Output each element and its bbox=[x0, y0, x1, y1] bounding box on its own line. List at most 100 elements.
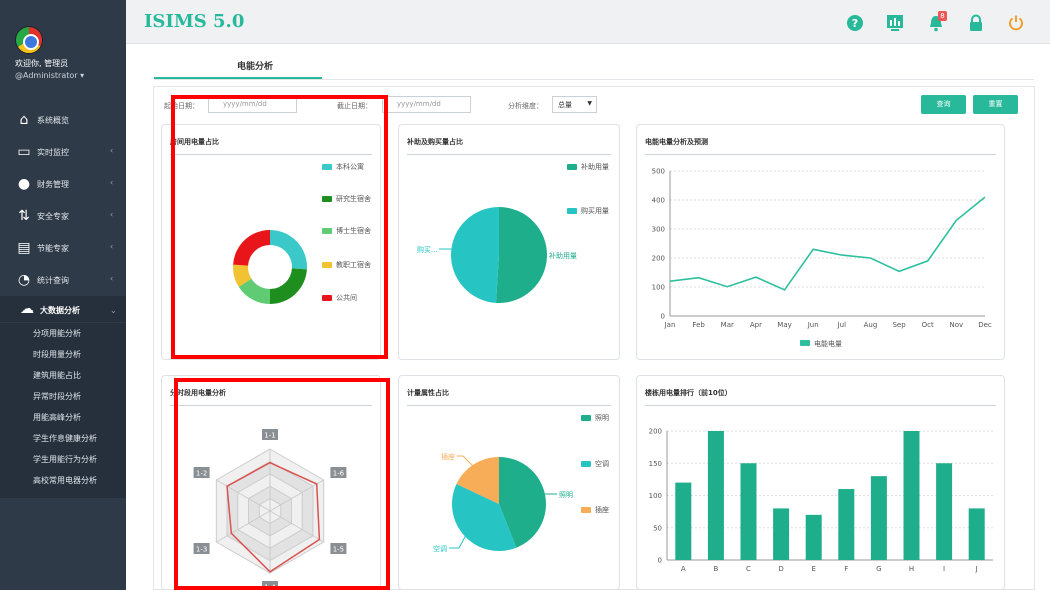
y-tick-label: 50 bbox=[653, 524, 662, 532]
highlight-box bbox=[174, 378, 390, 590]
end-date-input[interactable]: yyyy/mm/dd bbox=[382, 96, 471, 113]
power-icon[interactable] bbox=[1007, 14, 1025, 32]
x-tick-label: May bbox=[777, 321, 791, 329]
card-forecast: 电能电量分析及预测 0 100 200 300 400 500 Jan Feb Mar Apr Ma… bbox=[636, 124, 1005, 360]
x-tick-label: Apr bbox=[750, 321, 762, 329]
card-ranking: 楼栋用电量排行（前10位） 0 50 100 150 200 A B C D E F G H I J bbox=[636, 375, 1005, 590]
help-icon[interactable]: ? bbox=[846, 14, 864, 32]
bar bbox=[740, 463, 757, 560]
sidebar-item-label: 统计查询 bbox=[37, 276, 69, 285]
user-area: 欢迎你, 管理员 @Administrator ▾ bbox=[0, 0, 126, 100]
submenu-item[interactable]: 用能高峰分析 bbox=[0, 407, 126, 428]
sidebar-item-label: 财务管理 bbox=[37, 180, 69, 189]
x-tick-label: E bbox=[811, 565, 815, 573]
x-tick-label: B bbox=[713, 565, 718, 573]
chevron-icon: ‹ bbox=[110, 274, 114, 283]
highlight-box bbox=[171, 95, 388, 359]
legend-swatch bbox=[581, 507, 591, 513]
select-arrow-icon: ▼ bbox=[587, 100, 592, 107]
legend-label: 补助用量 bbox=[581, 162, 609, 171]
card-metering: 计量属性占比 照明 空调 插座 照明 空调 插座 bbox=[398, 375, 620, 590]
legend-swatch bbox=[567, 164, 577, 170]
bar bbox=[707, 431, 724, 560]
x-tick-label: Jul bbox=[837, 321, 847, 329]
card-title: 计量属性占比 bbox=[407, 389, 449, 397]
legend-label: 购买用量 bbox=[581, 206, 609, 215]
x-tick-label: Sep bbox=[892, 321, 906, 329]
slice-label: 补助用量 bbox=[549, 251, 577, 260]
slice-label: 插座 bbox=[441, 452, 455, 461]
user-icon: ● bbox=[17, 176, 31, 192]
x-tick-label: Oct bbox=[922, 321, 934, 329]
username-dropdown[interactable]: @Administrator ▾ bbox=[15, 71, 84, 80]
chevron-icon: ‹ bbox=[110, 210, 114, 219]
x-tick-label: Mar bbox=[721, 321, 734, 329]
sidebar-item[interactable]: ▭ 实时监控 ‹ bbox=[0, 136, 126, 168]
x-tick-label: Dec bbox=[978, 321, 992, 329]
tab-energy-analysis[interactable]: 电能分析 bbox=[154, 53, 322, 79]
legend-label: 照明 bbox=[595, 414, 609, 422]
y-tick-label: 150 bbox=[649, 460, 662, 468]
reset-button[interactable]: 重置 bbox=[973, 95, 1018, 114]
y-tick-label: 400 bbox=[652, 197, 665, 205]
submenu-item[interactable]: 时段用量分析 bbox=[0, 344, 126, 365]
card-subsidy: 补助及购买量占比 补助用量 购买用量 补助用量 购买... bbox=[398, 124, 620, 360]
sidebar-item[interactable]: ⇅ 安全专家 ‹ bbox=[0, 200, 126, 232]
legend-label: 插座 bbox=[595, 505, 609, 514]
submenu-item[interactable]: 异常时段分析 bbox=[0, 386, 126, 407]
x-tick-label: Jan bbox=[664, 321, 676, 329]
dimension-select[interactable]: 总量 ▼ bbox=[552, 96, 597, 113]
subsidy-chart: 补助用量购买用量补助用量购买... bbox=[417, 162, 609, 303]
submenu-item[interactable]: 学生用能行为分析 bbox=[0, 449, 126, 470]
x-tick-label: A bbox=[681, 565, 686, 573]
submenu-item[interactable]: 建筑用能占比 bbox=[0, 365, 126, 386]
submenu-item[interactable]: 学生作息健康分析 bbox=[0, 428, 126, 449]
slice-label: 照明 bbox=[559, 491, 573, 499]
lock-icon[interactable] bbox=[967, 14, 985, 32]
query-button[interactable]: 查询 bbox=[921, 95, 966, 114]
card-divider bbox=[645, 405, 996, 406]
screen-icon[interactable] bbox=[886, 14, 904, 32]
sidebar-item[interactable]: ⌂ 系统概览 bbox=[0, 104, 126, 136]
slice-label: 购买... bbox=[417, 245, 438, 254]
x-tick-label: Nov bbox=[950, 321, 964, 329]
sidebar-item[interactable]: ◔ 统计查询 ‹ bbox=[0, 264, 126, 296]
legend-label: 电能电量 bbox=[814, 339, 842, 348]
home-icon: ⌂ bbox=[19, 112, 29, 128]
bar bbox=[838, 489, 855, 560]
header: ISIMS 5.0 bbox=[126, 0, 1050, 44]
dimension-label: 分析维度： bbox=[508, 102, 543, 110]
cloud-icon: ☁ bbox=[20, 301, 34, 317]
y-tick-label: 0 bbox=[658, 557, 662, 565]
submenu-item[interactable]: 高校常用电器分析 bbox=[0, 470, 126, 491]
chart-icon: ▤ bbox=[17, 240, 31, 256]
x-tick-label: D bbox=[778, 565, 783, 573]
chevron-icon: ‹ bbox=[110, 178, 114, 187]
card-divider bbox=[645, 154, 996, 155]
sidebar-item-label: 安全专家 bbox=[37, 212, 69, 221]
x-tick-label: I bbox=[943, 565, 945, 573]
legend-swatch bbox=[800, 340, 810, 346]
bar bbox=[968, 508, 985, 560]
legend-label: 空调 bbox=[595, 459, 609, 468]
pie-slice bbox=[450, 207, 499, 303]
chevron-icon: ‹ bbox=[110, 242, 114, 251]
submenu-item[interactable]: 分项用能分析 bbox=[0, 323, 126, 344]
bar bbox=[903, 431, 920, 560]
sidebar: 欢迎你, 管理员 @Administrator ▾ ⌂ 系统概览 ▭ 实时监控 ‹ ● 财务… bbox=[0, 0, 126, 590]
sidebar-item[interactable]: ☁ 大数据分析 ⌄ bbox=[0, 296, 126, 322]
x-tick-label: Jun bbox=[807, 321, 819, 329]
bar bbox=[936, 463, 953, 560]
app-title: ISIMS 5.0 bbox=[144, 11, 245, 32]
sidebar-item[interactable]: ● 财务管理 ‹ bbox=[0, 168, 126, 200]
y-tick-label: 200 bbox=[649, 428, 662, 436]
forecast-chart: 0 100 200 300 400 500 Jan Feb Mar Apr May Jun Jul Aug… bbox=[652, 168, 992, 349]
card-divider bbox=[407, 405, 611, 406]
dimension-value: 总量 bbox=[558, 101, 572, 109]
svg-text:?: ? bbox=[852, 17, 858, 30]
card-title: 补助及购买量占比 bbox=[407, 138, 463, 146]
avatar[interactable] bbox=[15, 26, 43, 54]
sidebar-item[interactable]: ▤ 节能专家 ‹ bbox=[0, 232, 126, 264]
y-tick-label: 100 bbox=[649, 492, 662, 500]
label-line bbox=[457, 455, 474, 467]
